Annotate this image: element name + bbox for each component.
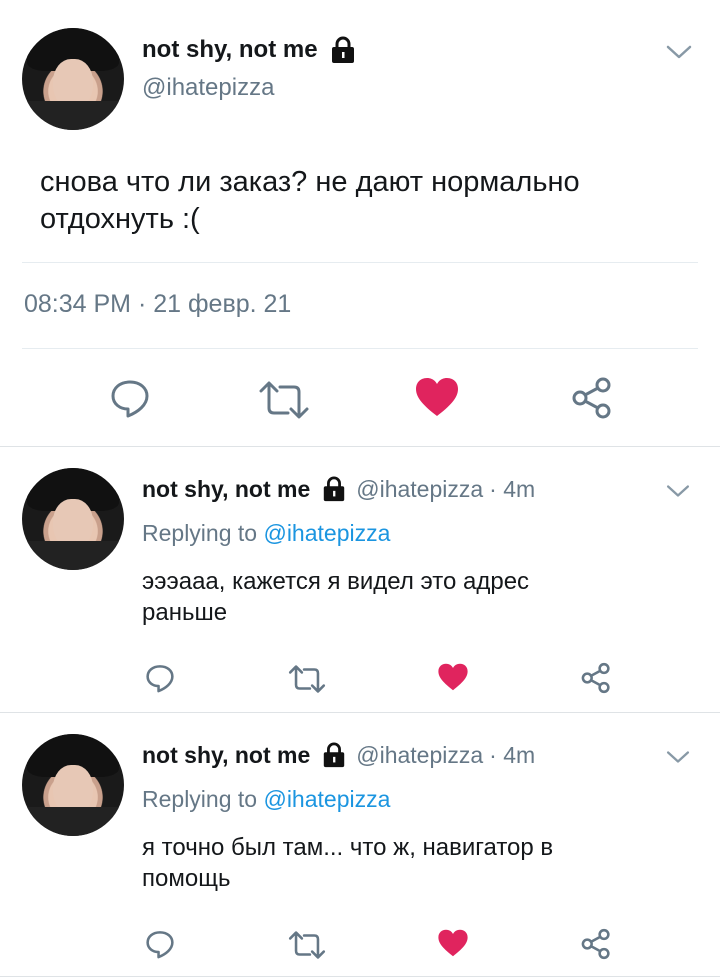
replying-label: Replying to	[142, 786, 258, 812]
relative-time: · 4m	[489, 741, 536, 768]
replying-to: Replying to @ihatepizza	[142, 520, 390, 547]
share-button[interactable]	[570, 376, 614, 420]
retweet-button[interactable]	[288, 930, 326, 960]
relative-time: · 4m	[489, 475, 536, 502]
retweet-icon	[288, 931, 326, 959]
separator	[0, 712, 720, 713]
handle[interactable]: @ihatepizza	[142, 74, 274, 102]
reply-icon	[146, 931, 174, 959]
lock-icon	[320, 476, 348, 502]
like-button[interactable]	[437, 928, 469, 958]
retweet-icon	[259, 381, 309, 419]
retweet-icon	[288, 665, 326, 693]
lock-icon	[320, 742, 348, 768]
tweet-text: эээааа, кажется я видел это адрес раньше	[142, 568, 530, 626]
replying-label: Replying to	[142, 520, 258, 546]
avatar[interactable]	[22, 28, 124, 130]
timestamp[interactable]: 08:34 PM · 21 февр. 21	[24, 290, 291, 319]
chevron-down-icon[interactable]	[664, 482, 692, 500]
share-icon	[581, 928, 610, 960]
handle[interactable]: @ihatepizza	[356, 476, 483, 503]
chevron-down-icon[interactable]	[664, 748, 692, 766]
heart-icon	[416, 378, 458, 416]
replying-to-link[interactable]: @ihatepizza	[263, 520, 390, 546]
share-button[interactable]	[580, 662, 612, 694]
handle[interactable]: @ihatepizza	[356, 742, 483, 769]
display-name[interactable]: not shy, not me	[142, 742, 310, 769]
replying-to-link[interactable]: @ihatepizza	[263, 786, 390, 812]
lock-icon	[328, 36, 358, 64]
like-button[interactable]	[437, 662, 469, 692]
chevron-down-icon[interactable]	[664, 42, 694, 62]
divider	[22, 262, 698, 263]
reply-button[interactable]	[108, 376, 152, 420]
like-button[interactable]	[414, 376, 460, 418]
tweet-text: я точно был там... что ж, навигатор в по…	[142, 834, 554, 892]
tweet-text: снова что ли заказ? не дают нормально от…	[40, 166, 580, 235]
reply-icon	[111, 380, 149, 418]
display-name[interactable]: not shy, not me	[142, 36, 318, 64]
heart-icon	[438, 663, 468, 691]
share-icon	[572, 377, 611, 419]
retweet-button[interactable]	[258, 380, 310, 420]
reply-button[interactable]	[144, 928, 176, 960]
reply-button[interactable]	[144, 662, 176, 694]
avatar[interactable]	[22, 468, 124, 570]
reply-icon	[146, 665, 174, 693]
separator	[0, 446, 720, 447]
separator	[0, 976, 720, 977]
display-name[interactable]: not shy, not me	[142, 476, 310, 503]
heart-icon	[438, 929, 468, 957]
avatar[interactable]	[22, 734, 124, 836]
divider	[22, 348, 698, 349]
share-icon	[581, 662, 610, 694]
replying-to: Replying to @ihatepizza	[142, 786, 390, 813]
retweet-button[interactable]	[288, 664, 326, 694]
share-button[interactable]	[580, 928, 612, 960]
